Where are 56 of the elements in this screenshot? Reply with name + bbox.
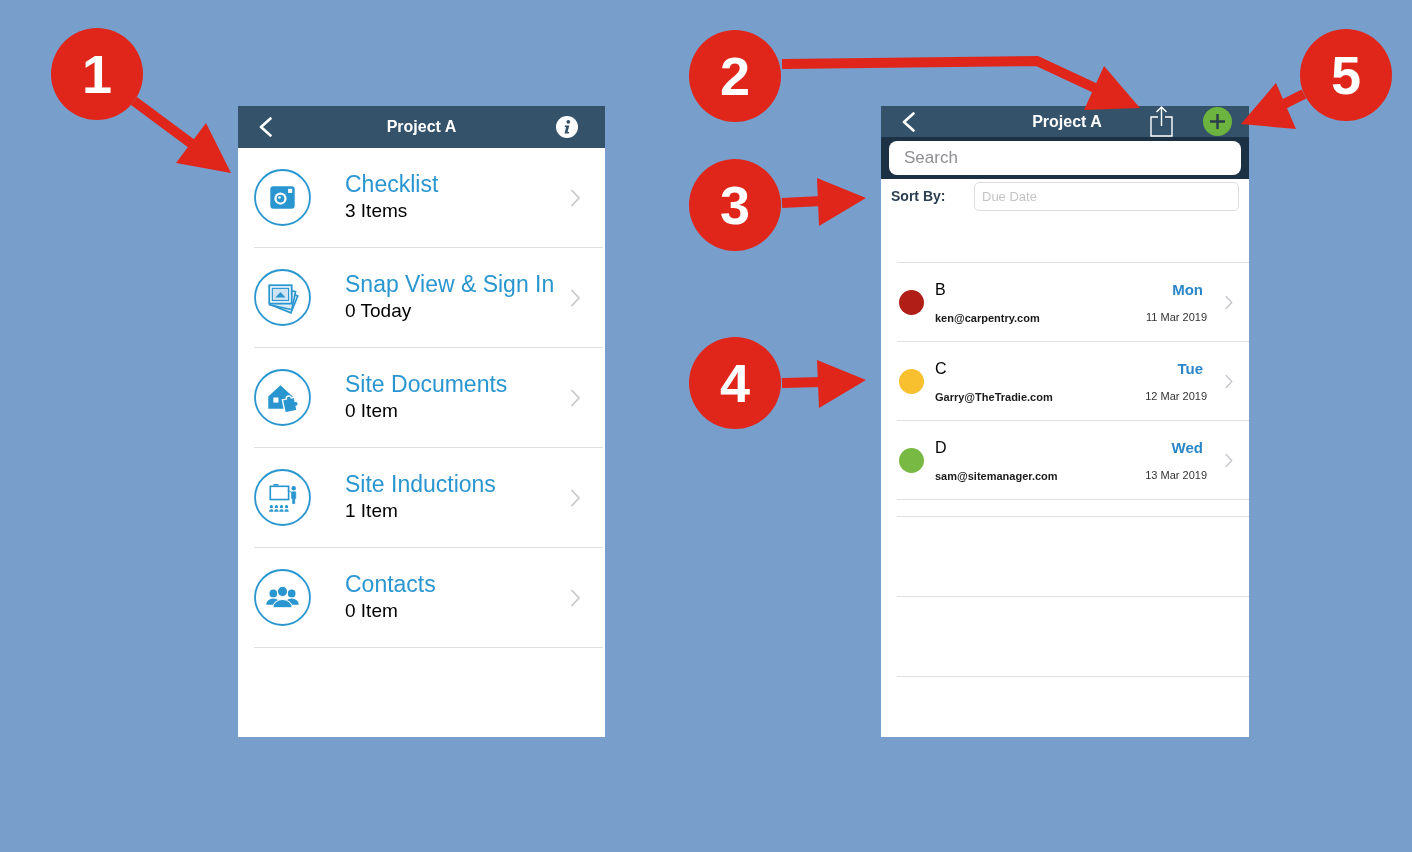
due-date: 12 Mar 2019 bbox=[1145, 389, 1207, 403]
list-item-title[interactable]: Checklist bbox=[345, 170, 439, 198]
callout-number: 2 bbox=[689, 30, 781, 122]
chevron-right-icon bbox=[1225, 294, 1233, 310]
photo-stack-icon bbox=[254, 269, 311, 326]
screen-title: Project A bbox=[1032, 111, 1102, 132]
share-button[interactable] bbox=[1150, 106, 1173, 137]
list-item-title[interactable]: Contacts bbox=[345, 570, 436, 598]
info-button[interactable] bbox=[556, 116, 578, 138]
chevron-right-icon bbox=[1225, 452, 1233, 468]
back-button[interactable] bbox=[259, 117, 272, 137]
add-button[interactable] bbox=[1203, 107, 1232, 136]
contact-email: Garry@TheTradie.com bbox=[935, 389, 1053, 404]
contact-name: B bbox=[935, 279, 946, 300]
callout-number: 4 bbox=[689, 337, 781, 429]
chevron-right-icon bbox=[570, 188, 581, 207]
share-icon bbox=[1150, 106, 1173, 137]
callout-number: 3 bbox=[689, 159, 781, 251]
list-item-title[interactable]: Site Inductions bbox=[345, 470, 496, 498]
chevron-right-icon bbox=[570, 588, 581, 607]
plus-icon bbox=[1203, 107, 1232, 136]
chevron-right-icon bbox=[570, 388, 581, 407]
list-item-title[interactable]: Site Documents bbox=[345, 370, 508, 398]
screen-title: Project A bbox=[386, 117, 457, 137]
info-icon bbox=[556, 116, 578, 138]
list-item-title[interactable]: Snap View & Sign In bbox=[345, 270, 555, 298]
chevron-right-icon bbox=[570, 488, 581, 507]
due-day: Wed bbox=[1171, 438, 1203, 458]
contact-email: sam@sitemanager.com bbox=[935, 468, 1058, 483]
chevron-right-icon bbox=[570, 288, 581, 307]
chevron-right-icon bbox=[1225, 373, 1233, 389]
search-field[interactable]: Search bbox=[889, 141, 1241, 175]
pointer-arrow bbox=[1241, 83, 1307, 129]
back-button[interactable] bbox=[902, 111, 915, 132]
chevron-left-icon bbox=[259, 117, 272, 137]
callout-number: 1 bbox=[51, 28, 143, 120]
list-item-subtitle: 0 Item bbox=[345, 599, 398, 623]
people-icon bbox=[254, 569, 311, 626]
presentation-icon bbox=[254, 469, 311, 526]
contact-email: ken@carpentry.com bbox=[935, 310, 1040, 325]
due-date: 13 Mar 2019 bbox=[1145, 468, 1207, 482]
contact-name: C bbox=[935, 358, 947, 379]
house-puzzle-icon bbox=[254, 369, 311, 426]
contact-name: D bbox=[935, 437, 947, 458]
list-item-subtitle: 3 Items bbox=[345, 199, 408, 223]
list-item-subtitle: 0 Today bbox=[345, 299, 412, 323]
due-day: Mon bbox=[1172, 280, 1203, 300]
due-day: Tue bbox=[1177, 359, 1203, 379]
sort-field[interactable]: Due Date bbox=[974, 182, 1239, 211]
camera-icon bbox=[254, 169, 311, 226]
sort-label: Sort By: bbox=[891, 187, 947, 206]
callout-number: 5 bbox=[1300, 29, 1392, 121]
list-item-subtitle: 1 Item bbox=[345, 499, 398, 523]
due-date: 11 Mar 2019 bbox=[1146, 310, 1207, 324]
list-item-subtitle: 0 Item bbox=[345, 399, 398, 423]
chevron-left-icon bbox=[902, 111, 915, 132]
